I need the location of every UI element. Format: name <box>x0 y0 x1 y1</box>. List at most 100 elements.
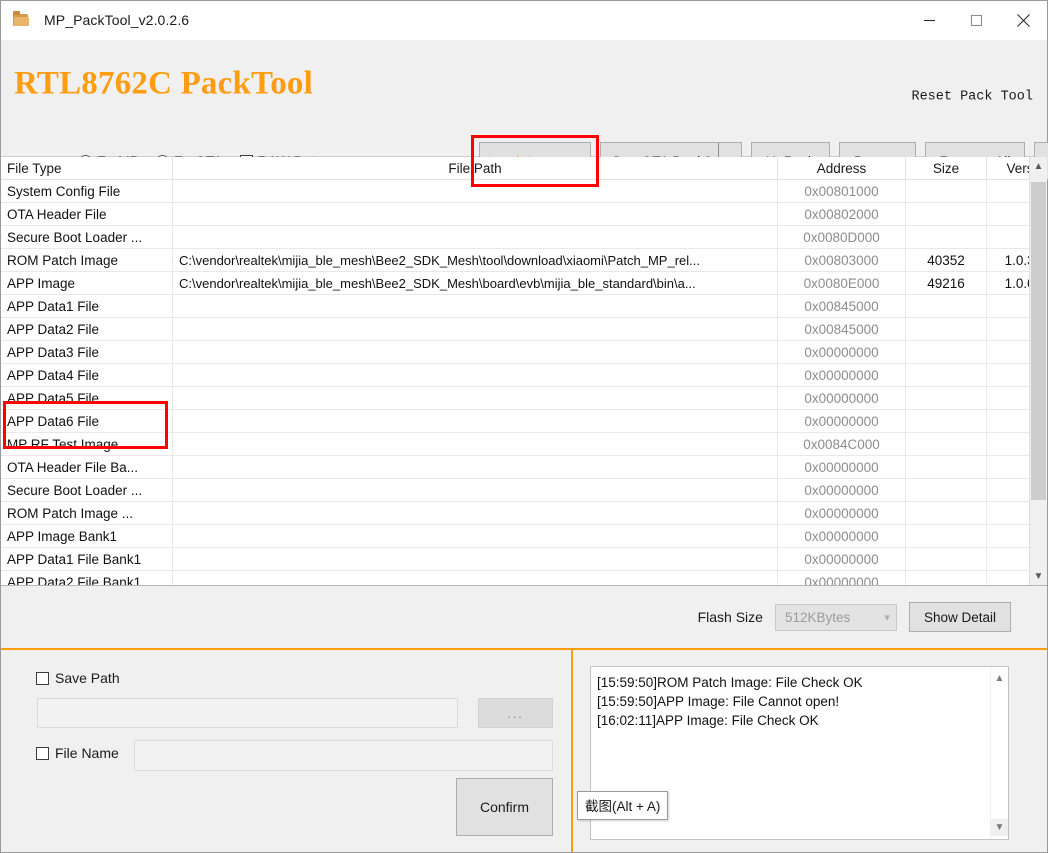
show-detail-button[interactable]: Show Detail <box>909 602 1011 632</box>
table-row[interactable]: APP Data6 File0x00000000 <box>1 410 1029 433</box>
table-row[interactable]: APP Data5 File0x00000000 <box>1 387 1029 410</box>
cell-file-path <box>173 433 778 456</box>
log-line: [16:02:11]APP Image: File Check OK <box>597 711 990 730</box>
reset-pack-tool-link[interactable]: Reset Pack Tool <box>911 90 1033 105</box>
cell-size <box>906 364 987 387</box>
folder-icon <box>12 11 32 29</box>
table-vertical-scrollbar[interactable]: ▲ ▼ <box>1029 157 1047 585</box>
cell-version <box>987 364 1030 387</box>
cell-address: 0x00000000 <box>778 410 906 433</box>
cell-size <box>906 479 987 502</box>
log-scroll-down-icon[interactable]: ▼ <box>991 819 1008 836</box>
column-header-version[interactable]: Version <box>987 157 1030 180</box>
table-row[interactable]: APP Image Bank10x00000000 <box>1 525 1029 548</box>
table-row[interactable]: APP Data1 File0x00845000 <box>1 295 1029 318</box>
file-table-body: System Config File0x00801000OTA Header F… <box>1 180 1029 586</box>
cell-size <box>906 295 987 318</box>
cell-address: 0x0080D000 <box>778 226 906 249</box>
scroll-down-icon[interactable]: ▼ <box>1030 567 1047 585</box>
cell-file-type: OTA Header File Ba... <box>1 456 173 479</box>
column-header-file-type[interactable]: File Type <box>1 157 173 180</box>
table-row[interactable]: ROM Patch Image ...0x00000000 <box>1 502 1029 525</box>
save-path-label: Save Path <box>55 670 120 686</box>
file-name-checkbox-indicator <box>36 747 49 760</box>
scrollbar-thumb[interactable] <box>1031 182 1046 500</box>
close-button[interactable] <box>1000 1 1047 39</box>
table-row[interactable]: APP Data2 File Bank10x00000000 <box>1 571 1029 586</box>
table-row[interactable]: MP RF Test Image0x0084C000 <box>1 433 1029 456</box>
cell-size <box>906 433 987 456</box>
file-name-checkbox[interactable]: File Name <box>36 745 119 761</box>
cell-version <box>987 502 1030 525</box>
table-row[interactable]: APP ImageC:\vendor\realtek\mijia_ble_mes… <box>1 272 1029 295</box>
confirm-button[interactable]: Confirm <box>456 778 553 836</box>
cell-file-type: APP Data1 File Bank1 <box>1 548 173 571</box>
cell-address: 0x00845000 <box>778 318 906 341</box>
cell-address: 0x00000000 <box>778 456 906 479</box>
cell-version <box>987 341 1030 364</box>
file-name-input[interactable] <box>134 740 553 771</box>
cell-version <box>987 479 1030 502</box>
chevron-down-icon: ▾ <box>884 611 890 624</box>
cell-file-type: Secure Boot Loader ... <box>1 226 173 249</box>
cell-file-path <box>173 387 778 410</box>
cell-address: 0x00000000 <box>778 525 906 548</box>
cell-size <box>906 180 987 203</box>
cell-version <box>987 295 1030 318</box>
table-row[interactable]: APP Data2 File0x00845000 <box>1 318 1029 341</box>
save-path-checkbox[interactable]: Save Path <box>36 670 120 686</box>
cell-file-type: OTA Header File <box>1 203 173 226</box>
cell-file-path <box>173 295 778 318</box>
table-row[interactable]: APP Data4 File0x00000000 <box>1 364 1029 387</box>
cell-file-path <box>173 341 778 364</box>
minimize-button[interactable] <box>906 1 953 39</box>
save-path-checkbox-indicator <box>36 672 49 685</box>
log-scrollbar[interactable]: ▲ ▼ <box>990 667 1008 839</box>
flash-size-dropdown[interactable]: 512KBytes ▾ <box>775 604 897 631</box>
cell-size: 40352 <box>906 249 987 272</box>
cell-version: 1.0.38... <box>987 249 1030 272</box>
table-row[interactable]: APP Data1 File Bank10x00000000 <box>1 548 1029 571</box>
flash-size-label: Flash Size <box>698 609 763 625</box>
cell-address: 0x00000000 <box>778 364 906 387</box>
scroll-up-icon[interactable]: ▲ <box>1030 157 1047 175</box>
cell-size <box>906 571 987 586</box>
column-header-size[interactable]: Size <box>906 157 987 180</box>
save-path-browse-button[interactable]: ... <box>478 698 553 728</box>
cell-address: 0x00000000 <box>778 479 906 502</box>
table-row[interactable]: APP Data3 File0x00000000 <box>1 341 1029 364</box>
cell-version <box>987 456 1030 479</box>
cell-address: 0x00801000 <box>778 180 906 203</box>
cell-file-type: APP Data5 File <box>1 387 173 410</box>
maximize-button[interactable] <box>953 1 1000 39</box>
cell-address: 0x00803000 <box>778 249 906 272</box>
cell-size <box>906 387 987 410</box>
cell-file-path <box>173 479 778 502</box>
cell-file-path <box>173 410 778 433</box>
table-row[interactable]: Secure Boot Loader ... 0x0080D000 <box>1 226 1029 249</box>
cell-version: 1.0.0.22 <box>987 272 1030 295</box>
column-header-file-path[interactable]: File Path <box>173 157 778 180</box>
table-row[interactable]: ROM Patch ImageC:\vendor\realtek\mijia_b… <box>1 249 1029 272</box>
cell-size <box>906 226 987 249</box>
cell-size <box>906 502 987 525</box>
log-line: [15:59:50]APP Image: File Cannot open! <box>597 692 990 711</box>
cell-file-type: MP RF Test Image <box>1 433 173 456</box>
cell-file-type: ROM Patch Image <box>1 249 173 272</box>
cell-file-type: Secure Boot Loader ... <box>1 479 173 502</box>
cell-file-path <box>173 318 778 341</box>
cell-file-path: C:\vendor\realtek\mijia_ble_mesh\Bee2_SD… <box>173 249 778 272</box>
table-row[interactable]: System Config File0x00801000 <box>1 180 1029 203</box>
table-row[interactable]: Secure Boot Loader ... 0x00000000 <box>1 479 1029 502</box>
table-row[interactable]: OTA Header File0x00802000 <box>1 203 1029 226</box>
column-header-address[interactable]: Address <box>778 157 906 180</box>
cell-version <box>987 571 1030 586</box>
log-scroll-up-icon[interactable]: ▲ <box>991 670 1008 687</box>
cell-file-type: ROM Patch Image ... <box>1 502 173 525</box>
cell-file-path <box>173 456 778 479</box>
table-row[interactable]: OTA Header File Ba... 0x00000000 <box>1 456 1029 479</box>
cell-file-path <box>173 548 778 571</box>
save-path-input[interactable] <box>37 698 458 728</box>
cell-size <box>906 203 987 226</box>
cell-version <box>987 226 1030 249</box>
